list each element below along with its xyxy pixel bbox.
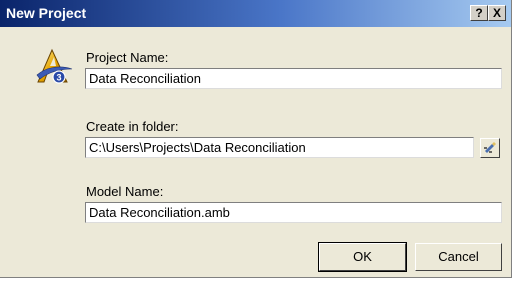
folder-input[interactable]: C:\Users\Projects\Data Reconciliation — [85, 137, 474, 158]
title-bar[interactable]: New Project ? X — [0, 0, 511, 27]
dialog-title: New Project — [6, 5, 87, 21]
close-button[interactable]: X — [488, 5, 506, 21]
a3-app-icon: 3 — [34, 47, 74, 87]
new-project-dialog: New Project ? X 3 Project Name: Data Rec… — [0, 0, 512, 278]
folder-browse-button[interactable] — [480, 138, 500, 158]
model-name-label: Model Name: — [86, 184, 164, 199]
project-name-input[interactable]: Data Reconciliation — [85, 68, 502, 89]
model-name-input[interactable]: Data Reconciliation.amb — [85, 202, 502, 223]
folder-label: Create in folder: — [86, 119, 179, 134]
project-name-label: Project Name: — [86, 50, 169, 65]
cancel-button[interactable]: Cancel — [415, 243, 502, 271]
help-button[interactable]: ? — [470, 5, 488, 21]
icon-badge: 3 — [56, 73, 61, 83]
folder-browse-icon — [484, 142, 496, 153]
ok-button[interactable]: OK — [318, 242, 407, 272]
